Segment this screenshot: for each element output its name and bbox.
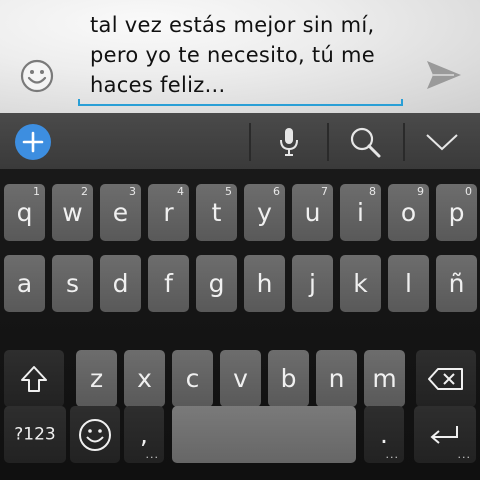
key-ñ[interactable]: ñ xyxy=(436,255,477,312)
input-underline xyxy=(78,99,403,106)
key-a[interactable]: a xyxy=(4,255,45,312)
key-r[interactable]: r4 xyxy=(148,184,189,241)
key-e[interactable]: e3 xyxy=(100,184,141,241)
key-h[interactable]: h xyxy=(244,255,285,312)
key-label: c xyxy=(185,363,200,393)
key-n[interactable]: n xyxy=(316,350,357,407)
key-i[interactable]: i8 xyxy=(340,184,381,241)
key-label: i xyxy=(357,197,364,227)
key-label: t xyxy=(211,197,222,227)
key-x[interactable]: x xyxy=(124,350,165,407)
toolbar-divider xyxy=(327,123,329,161)
chevron-down-icon[interactable] xyxy=(424,131,460,153)
key-label: x xyxy=(137,363,152,393)
key-k[interactable]: k xyxy=(340,255,381,312)
backspace-key[interactable] xyxy=(416,350,476,407)
key-g[interactable]: g xyxy=(196,255,237,312)
key-label: ñ xyxy=(448,268,465,298)
key-v[interactable]: v xyxy=(220,350,261,407)
key-w[interactable]: w2 xyxy=(52,184,93,241)
key-m[interactable]: m xyxy=(364,350,405,407)
key-o[interactable]: o9 xyxy=(388,184,429,241)
key-label: h xyxy=(256,268,273,298)
key-z[interactable]: z xyxy=(76,350,117,407)
key-number-hint: 6 xyxy=(273,185,280,198)
key-p[interactable]: p0 xyxy=(436,184,477,241)
key-label: d xyxy=(112,268,129,298)
key-label: z xyxy=(89,363,104,393)
key-label: o xyxy=(400,197,417,227)
key-label: l xyxy=(405,268,412,298)
key-number-hint: 2 xyxy=(81,185,88,198)
key-number-hint: 8 xyxy=(369,185,376,198)
key-number-hint: 7 xyxy=(321,185,328,198)
key-label: k xyxy=(353,268,368,298)
key-number-hint: 5 xyxy=(225,185,232,198)
key-u[interactable]: u7 xyxy=(292,184,333,241)
key-label: b xyxy=(280,363,297,393)
keyboard: q1w2e3r4t5y6u7i8o9p0 asdfghjklñ zxcvbnm … xyxy=(0,113,480,480)
key-b[interactable]: b xyxy=(268,350,309,407)
key-l[interactable]: l xyxy=(388,255,429,312)
key-number-hint: 9 xyxy=(417,185,424,198)
key-label: m xyxy=(372,363,397,393)
key-number-hint: 0 xyxy=(465,185,472,198)
comma-key[interactable]: , ... xyxy=(124,406,164,463)
key-number-hint: 3 xyxy=(129,185,136,198)
key-label: g xyxy=(208,268,225,298)
enter-key[interactable]: ... xyxy=(414,406,476,463)
period-key[interactable]: . ... xyxy=(364,406,404,463)
keyboard-toolbar xyxy=(0,113,480,169)
key-label: s xyxy=(65,268,80,298)
key-j[interactable]: j xyxy=(292,255,333,312)
shift-key[interactable] xyxy=(4,350,64,407)
message-input[interactable]: tal vez estás mejor sin mí, pero yo te n… xyxy=(90,10,440,100)
key-label: u xyxy=(304,197,321,227)
symbols-key[interactable]: ?123 xyxy=(4,406,66,463)
key-y[interactable]: y6 xyxy=(244,184,285,241)
key-t[interactable]: t5 xyxy=(196,184,237,241)
key-label: a xyxy=(16,268,33,298)
key-c[interactable]: c xyxy=(172,350,213,407)
key-f[interactable]: f xyxy=(148,255,189,312)
key-label: y xyxy=(257,197,272,227)
space-key[interactable] xyxy=(172,406,356,463)
compose-area: tal vez estás mejor sin mí, pero yo te n… xyxy=(0,0,480,113)
key-d[interactable]: d xyxy=(100,255,141,312)
key-label: e xyxy=(112,197,129,227)
emoji-key[interactable] xyxy=(70,406,120,463)
key-number-hint: 1 xyxy=(33,185,40,198)
key-q[interactable]: q1 xyxy=(4,184,45,241)
key-number-hint: 4 xyxy=(177,185,184,198)
toolbar-divider xyxy=(249,123,251,161)
key-label: f xyxy=(164,268,173,298)
key-label: n xyxy=(328,363,345,393)
toolbar-divider xyxy=(403,123,405,161)
key-label: p xyxy=(448,197,465,227)
send-arrow-icon[interactable] xyxy=(424,58,464,92)
magnifier-icon[interactable] xyxy=(348,125,382,159)
smiley-face-icon[interactable] xyxy=(20,59,54,93)
key-label: v xyxy=(233,363,248,393)
key-label: w xyxy=(62,197,83,227)
key-s[interactable]: s xyxy=(52,255,93,312)
microphone-icon[interactable] xyxy=(276,126,302,158)
key-label: q xyxy=(16,197,33,227)
plus-circle-icon[interactable] xyxy=(15,124,51,160)
key-label: r xyxy=(163,197,174,227)
key-label: j xyxy=(309,268,316,298)
